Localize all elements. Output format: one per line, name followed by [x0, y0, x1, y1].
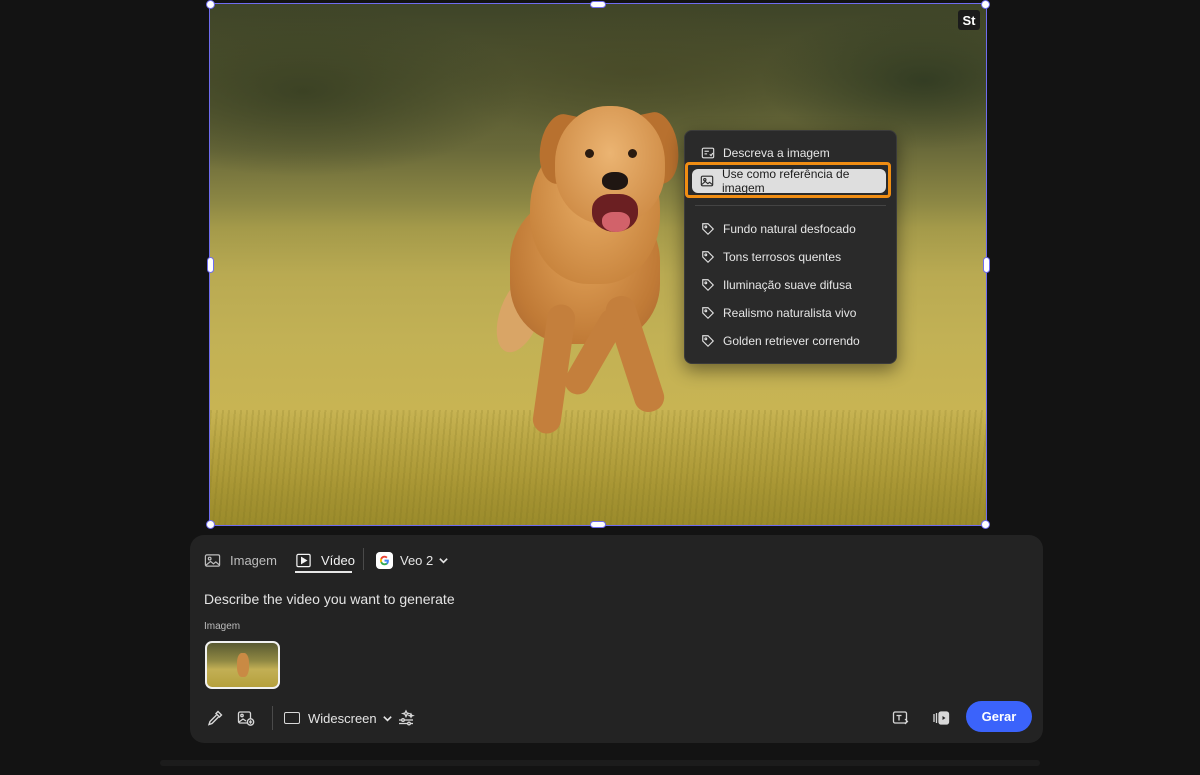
resize-handle-bottom[interactable] [590, 521, 606, 528]
menu-item-tag[interactable]: Tons terrosos quentes [693, 245, 888, 269]
tag-icon [702, 335, 715, 348]
media-icon [933, 711, 950, 725]
menu-item-label: Iluminação suave difusa [723, 278, 852, 292]
video-icon [296, 553, 311, 567]
menu-item-tag[interactable]: Realismo naturalista vivo [693, 301, 888, 325]
tab-label: Vídeo [321, 552, 355, 568]
grass-foreground [210, 410, 986, 525]
text-to-image-button[interactable] [890, 707, 912, 729]
highlight-box [685, 162, 891, 198]
add-image-icon [237, 711, 255, 726]
chevron-down-icon [439, 557, 449, 564]
aspect-ratio-label: Widescreen [308, 710, 377, 726]
text-to-image-icon [892, 711, 909, 725]
resize-handle-top-left[interactable] [206, 0, 215, 9]
panel-shadow [160, 760, 1040, 766]
tab-label: Imagem [230, 552, 277, 568]
media-button[interactable] [930, 707, 952, 729]
menu-item-tag[interactable]: Iluminação suave difusa [693, 273, 888, 297]
reference-image-thumbnail[interactable] [205, 641, 280, 689]
thumbnail-dog [237, 653, 249, 677]
tag-icon [702, 307, 715, 320]
menu-item-tag[interactable]: Fundo natural desfocado [693, 217, 888, 241]
menu-item-label: Golden retriever correndo [723, 334, 860, 348]
active-tab-indicator [295, 571, 352, 573]
menu-item-label: Descreva a imagem [723, 146, 830, 160]
describe-image-icon [701, 147, 715, 159]
resize-handle-top-right[interactable] [981, 0, 990, 9]
google-icon [376, 551, 393, 569]
aspect-ratio-dropdown[interactable]: Widescreen [284, 707, 393, 729]
menu-divider [695, 205, 886, 206]
prompt-input[interactable]: Describe the video you want to generate [204, 591, 455, 607]
effects-icon [399, 709, 415, 726]
resize-handle-bottom-right[interactable] [981, 520, 990, 529]
generation-prompt-panel: Imagem Vídeo Veo 2 Describe the video yo… [190, 535, 1043, 743]
add-image-button[interactable] [235, 707, 257, 729]
resize-handle-bottom-left[interactable] [206, 520, 215, 529]
menu-item-label: Fundo natural desfocado [723, 222, 856, 236]
resize-handle-left[interactable] [207, 257, 214, 273]
chevron-down-icon [382, 715, 392, 722]
effects-button[interactable] [395, 707, 417, 729]
eyedropper-button[interactable] [204, 707, 226, 729]
image-icon [204, 553, 221, 567]
menu-item-label: Tons terrosos quentes [723, 250, 842, 264]
widescreen-icon [284, 712, 300, 724]
stock-badge[interactable]: St [958, 10, 980, 30]
tab-image[interactable]: Imagem [204, 548, 277, 572]
tag-icon [702, 279, 715, 292]
tab-divider [363, 548, 364, 570]
toolbar-divider [272, 706, 273, 730]
menu-item-tag[interactable]: Golden retriever correndo [693, 329, 888, 353]
tag-icon [702, 251, 715, 264]
menu-item-label: Realismo naturalista vivo [723, 306, 857, 320]
resize-handle-top[interactable] [590, 1, 606, 8]
eyedropper-icon [207, 710, 223, 726]
model-dropdown[interactable]: Veo 2 [376, 548, 458, 572]
tab-video[interactable]: Vídeo [295, 548, 355, 572]
reference-image-label: Imagem [204, 621, 241, 632]
generate-button[interactable]: Gerar [966, 701, 1032, 732]
model-label: Veo 2 [400, 552, 434, 568]
resize-handle-right[interactable] [983, 257, 990, 273]
tag-icon [702, 223, 715, 236]
